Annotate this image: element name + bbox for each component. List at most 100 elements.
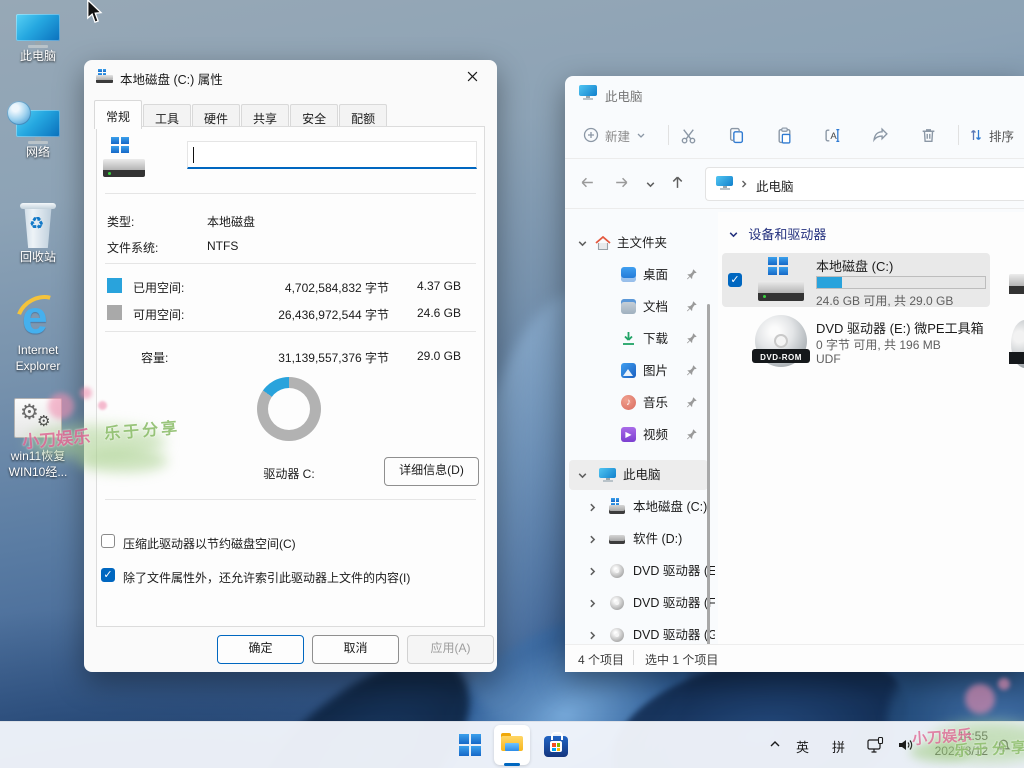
chevron-up-icon [768,737,782,751]
desktop-icon-recycle-bin[interactable]: ♻ 回收站 [0,203,76,265]
sidebar-item-downloads[interactable]: 下载 [569,324,708,354]
videos-icon: ▶ [621,427,636,442]
forward-button[interactable] [613,174,630,194]
tab-general[interactable]: 常规 [94,100,142,129]
details-button[interactable]: 详细信息(D) [384,457,479,486]
explorer-titlebar[interactable]: 此电脑 [565,76,1024,112]
recent-locations-button[interactable] [645,179,656,193]
drive-tile-c[interactable]: ✓ 本地磁盘 (C:) 24.6 GB 可用, 共 29.0 GB [722,253,990,307]
desktop-icon-internet-explorer[interactable]: e Internet Explorer [0,292,76,374]
back-icon [582,178,593,187]
cut-button[interactable] [680,112,697,158]
volume-label-input[interactable] [187,141,477,169]
chevron-right-icon [587,598,598,609]
dialog-title: 本地磁盘 (C:) 属性 [120,69,223,88]
desktop-icon-win11-restore[interactable]: ⚙ ⚙ win11恢复 WIN10经... [0,398,76,480]
index-checkbox-label[interactable]: 除了文件属性外，还允许索引此驱动器上文件的内容(I) [123,569,410,586]
this-pc-icon [16,14,60,48]
used-space-bytes: 4,702,584,832 字节 [285,279,389,296]
dvd-badge: DVD-ROM [760,353,802,362]
sidebar-item-dvd-f[interactable]: DVD 驱动器 (F:) [569,588,708,618]
ime-language-button[interactable]: 英 [796,737,809,756]
paste-button[interactable] [776,112,793,158]
taskbar: 英 拼 14:55 2022/8/12 z [0,721,1024,768]
dialog-titlebar[interactable]: 本地磁盘 (C:) 属性 [84,60,497,92]
share-button[interactable] [872,112,889,158]
sidebar-item-this-pc[interactable]: 此电脑 [569,460,708,490]
desktop-icon-label: 此电脑 [0,48,76,64]
desktop-icon-this-pc[interactable]: 此电脑 [0,14,76,64]
divider [105,331,476,332]
file-explorer-icon [501,733,523,753]
mouse-cursor [86,0,104,24]
item-checkbox[interactable]: ✓ [728,273,742,287]
this-pc-icon [716,176,733,190]
network-tray-button[interactable] [866,736,884,757]
start-button[interactable] [455,730,485,760]
clock[interactable]: 14:55 2022/8/12 [922,729,988,759]
sidebar-item-drive-c[interactable]: 本地磁盘 (C:) [569,492,708,522]
sidebar-item-desktop[interactable]: 桌面 [569,260,708,290]
sidebar-item-drive-d[interactable]: 软件 (D:) [569,524,708,554]
cancel-button[interactable]: 取消 [312,635,399,664]
ok-button[interactable]: 确定 [217,635,304,664]
sidebar-scrollbar[interactable] [707,304,710,645]
apply-button[interactable]: 应用(A) [407,635,494,664]
copy-button[interactable] [728,112,745,158]
ime-mode-button[interactable]: 拼 [832,737,845,756]
drive-tile-dvd-e[interactable]: DVD-ROM DVD 驱动器 (E:) 微PE工具箱 0 字节 可用, 共 1… [722,312,990,370]
svg-text:A: A [830,131,837,142]
sidebar-item-home[interactable]: 主文件夹 [569,228,708,258]
file-explorer-taskbar-button[interactable] [494,725,530,765]
sidebar-item-dvd-e[interactable]: DVD 驱动器 (E:) [569,556,708,586]
speaker-icon [896,736,914,754]
compress-checkbox[interactable] [101,534,115,548]
back-button[interactable] [579,174,596,194]
sidebar-item-music[interactable]: ♪ 音乐 [569,388,708,418]
volume-icon [103,137,145,177]
desktop-icon-network[interactable]: 网络 [0,110,76,160]
index-checkbox[interactable]: ✓ [101,568,115,582]
new-button[interactable]: 新建 [583,112,646,158]
drive-caption: 驱动器 C: [217,465,361,482]
sidebar-item-documents[interactable]: 文档 [569,292,708,322]
ethernet-icon [866,736,884,754]
group-header-label: 设备和驱动器 [748,227,826,242]
plus-circle-icon [583,127,599,143]
desktop-icon-label: win11恢复 WIN10经... [0,448,76,480]
notification-center-button[interactable]: z [994,735,1013,757]
divider [105,499,476,500]
share-icon [872,127,889,144]
toolbar-separator [668,125,669,145]
tray-chevron-button[interactable] [768,737,782,754]
sidebar-item-videos[interactable]: ▶ 视频 [569,420,708,450]
pin-icon [686,428,698,440]
gears-icon: ⚙ ⚙ [14,398,62,438]
explorer-window: 此电脑 新建 A 排序 [565,76,1024,672]
sidebar-item-dvd-g[interactable]: DVD 驱动器 (G:) [569,620,708,645]
sidebar-item-pictures[interactable]: 图片 [569,356,708,386]
breadcrumb-root[interactable]: 此电脑 [756,176,794,195]
compress-checkbox-label[interactable]: 压缩此驱动器以节约磁盘空间(C) [123,535,296,552]
volume-tray-button[interactable] [896,736,914,757]
up-button[interactable] [669,174,686,194]
group-header[interactable]: 设备和驱动器 [728,224,826,243]
local-disk-icon [758,257,804,301]
sort-icon [968,127,984,143]
delete-button[interactable] [920,112,937,158]
status-separator [633,650,634,665]
explorer-command-bar: 新建 A 排序 [565,112,1024,159]
microsoft-store-button[interactable] [541,730,571,760]
breadcrumb[interactable]: 此电脑 [705,167,1024,201]
paste-icon [776,127,793,144]
pin-icon [686,364,698,376]
chevron-right-icon [587,566,598,577]
this-pc-icon [599,468,616,482]
close-button[interactable] [455,66,489,88]
free-space-size: 24.6 GB [417,306,461,320]
pie-hole [268,388,310,430]
sort-button[interactable]: 排序 [968,112,1014,158]
filesystem-value: NTFS [207,239,238,253]
rename-button[interactable]: A [824,112,841,158]
free-space-label: 可用空间: [133,306,184,323]
